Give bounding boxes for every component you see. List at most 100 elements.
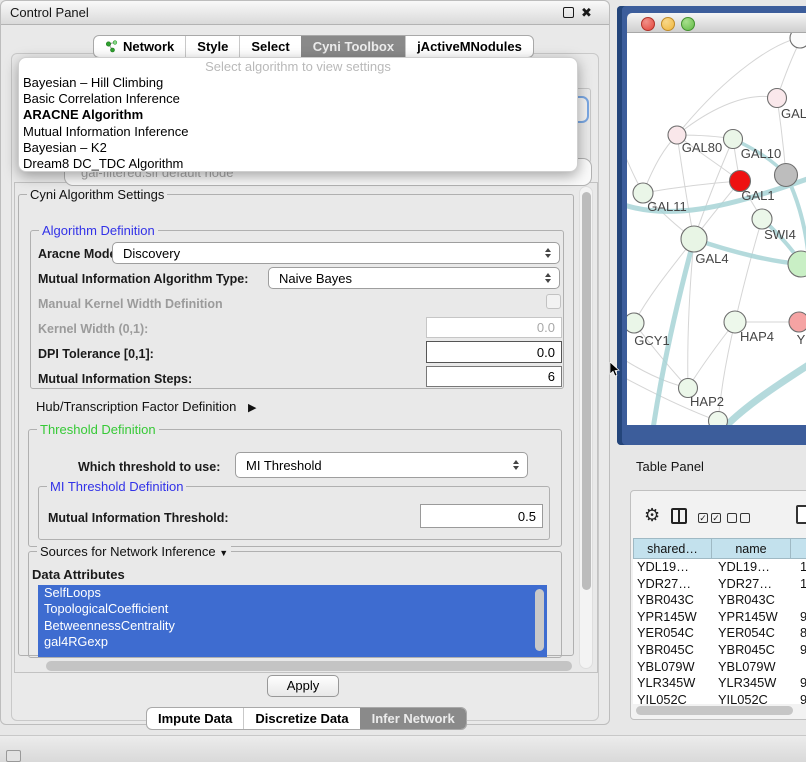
table-scrollbar-thumb[interactable] bbox=[636, 706, 793, 715]
network-node-gal[interactable] bbox=[768, 89, 787, 108]
vertical-scrollbar-thumb[interactable] bbox=[582, 192, 591, 590]
settings-horizontal-scrollbar[interactable] bbox=[46, 661, 572, 671]
kernel-width-field[interactable] bbox=[426, 317, 562, 338]
manual-kernel-checkbox[interactable] bbox=[546, 294, 561, 309]
cyni-tab-discretize-data[interactable]: Discretize Data bbox=[243, 708, 359, 729]
unselect-all-columns-icon[interactable] bbox=[727, 513, 737, 523]
zoom-traffic-light-icon[interactable] bbox=[681, 17, 695, 31]
chevron-right-icon[interactable]: ▶ bbox=[248, 402, 256, 414]
mi-threshold-field[interactable] bbox=[420, 504, 543, 528]
cyni-tab-label: Impute Data bbox=[158, 711, 232, 726]
network-node-y[interactable] bbox=[789, 312, 806, 332]
network-node[interactable] bbox=[775, 164, 798, 187]
attributes-scrollbar-thumb[interactable] bbox=[535, 589, 544, 651]
table-cell: 12 bbox=[796, 576, 806, 593]
attribute-item[interactable]: gal4RGexp bbox=[38, 634, 547, 650]
network-canvas[interactable]: GALGAL80GAL10GAL1GAL11SWI4GAL4GCY1HAP4YH… bbox=[627, 33, 806, 425]
close-traffic-light-icon[interactable] bbox=[641, 17, 655, 31]
table-row[interactable]: YDL19…YDL19…13 bbox=[633, 559, 806, 576]
table-row[interactable]: YIL052CYIL052C9 bbox=[633, 692, 806, 704]
stepper-icon bbox=[541, 248, 555, 258]
algorithm-item[interactable]: Dream8 DC_TDC Algorithm bbox=[19, 156, 577, 172]
algorithm-dropdown: Select algorithm to view settings Bayesi… bbox=[18, 57, 578, 172]
node-label: HAP4 bbox=[740, 329, 774, 344]
table-row[interactable]: YBR043CYBR043C bbox=[633, 592, 806, 609]
settings-vertical-scrollbar[interactable] bbox=[579, 186, 593, 669]
tab-style[interactable]: Style bbox=[185, 36, 239, 57]
hub-section-toggle[interactable]: Hub/Transcription Factor Definition ▶ bbox=[36, 399, 256, 414]
table-row[interactable]: YDR27…YDR27…12 bbox=[633, 576, 806, 593]
tab-select[interactable]: Select bbox=[239, 36, 300, 57]
algorithm-item[interactable]: Bayesian – Hill Climbing bbox=[19, 75, 577, 91]
table-options-gear-icon[interactable]: ⚙ bbox=[644, 505, 660, 525]
table-row[interactable]: YBL079WYBL079W bbox=[633, 659, 806, 676]
algorithm-item[interactable]: ARACNE Algorithm bbox=[19, 107, 577, 123]
threshold-definition-title: Threshold Definition bbox=[37, 422, 159, 437]
aracne-mode-combobox[interactable]: Discovery bbox=[112, 242, 560, 264]
dpi-tolerance-field[interactable] bbox=[426, 341, 562, 363]
network-node[interactable] bbox=[788, 251, 806, 277]
node-label: GAL10 bbox=[741, 146, 781, 161]
manual-kernel-label: Manual Kernel Width Definition bbox=[38, 297, 223, 311]
which-threshold-combobox[interactable]: MI Threshold bbox=[235, 452, 528, 478]
close-icon[interactable]: ✖ bbox=[581, 7, 592, 19]
minimize-traffic-light-icon[interactable] bbox=[661, 17, 675, 31]
attribute-item[interactable]: BetweennessCentrality bbox=[38, 618, 547, 634]
network-node-gal4[interactable] bbox=[681, 226, 707, 252]
network-icon bbox=[105, 40, 118, 53]
unselect-all-columns-icon2[interactable] bbox=[740, 513, 750, 523]
algorithm-item[interactable]: Bayesian – K2 bbox=[19, 140, 577, 156]
table-row[interactable]: YBR045CYBR045C9. bbox=[633, 642, 806, 659]
table-cell: YLR345W bbox=[633, 675, 714, 692]
table-cell: YER054C bbox=[633, 625, 714, 642]
chevron-down-icon[interactable]: ▼ bbox=[219, 548, 228, 558]
network-node[interactable] bbox=[709, 412, 728, 426]
aracne-mode-value: Discovery bbox=[113, 246, 541, 261]
control-panel-title: Control Panel bbox=[1, 1, 609, 25]
table-cell bbox=[796, 659, 806, 676]
cyni-tab-infer-network[interactable]: Infer Network bbox=[360, 708, 466, 729]
select-all-columns-icon[interactable]: ✓ bbox=[698, 513, 708, 523]
aracne-mode-label: Aracne Mode: bbox=[38, 247, 121, 261]
table-cell: 9 bbox=[796, 692, 806, 704]
control-panel-titlebar[interactable]: Control Panel ✖ bbox=[1, 1, 609, 25]
dpi-tolerance-label: DPI Tolerance [0,1]: bbox=[38, 347, 154, 361]
algorithm-item[interactable]: Mutual Information Inference bbox=[19, 124, 577, 140]
mi-steps-label: Mutual Information Steps: bbox=[38, 372, 192, 386]
kernel-width-label: Kernel Width (0,1): bbox=[38, 322, 148, 336]
table-cell: YBR043C bbox=[633, 592, 714, 609]
table-horizontal-scrollbar[interactable] bbox=[636, 706, 800, 715]
table-row[interactable]: YER054CYER054C8. bbox=[633, 625, 806, 642]
network-node-swi4[interactable] bbox=[752, 209, 772, 229]
table-row[interactable]: YLR345WYLR345W9. bbox=[633, 675, 806, 692]
table-row[interactable]: YPR145WYPR145W9. bbox=[633, 609, 806, 626]
tab-cyni-toolbox[interactable]: Cyni Toolbox bbox=[301, 36, 405, 57]
network-node-gal10[interactable] bbox=[724, 130, 743, 149]
column-header[interactable]: shared… bbox=[633, 538, 712, 559]
document-icon[interactable] bbox=[796, 505, 806, 524]
apply-button[interactable]: Apply bbox=[267, 675, 339, 697]
tab-jactivemnodules[interactable]: jActiveMNodules bbox=[405, 36, 533, 57]
sources-group-title[interactable]: Sources for Network Inference ▼ bbox=[37, 544, 231, 561]
column-header[interactable]: name bbox=[712, 538, 791, 559]
table-cell: YDL19… bbox=[633, 559, 714, 576]
show-columns-icon[interactable] bbox=[671, 508, 687, 524]
mi-algorithm-type-combobox[interactable]: Naive Bayes bbox=[268, 267, 560, 289]
mi-algorithm-type-label: Mutual Information Algorithm Type: bbox=[38, 272, 248, 286]
network-node[interactable] bbox=[790, 33, 806, 48]
tab-network[interactable]: Network bbox=[94, 36, 185, 57]
column-header[interactable] bbox=[791, 538, 806, 559]
attribute-item[interactable]: TopologicalCoefficient bbox=[38, 601, 547, 617]
data-attributes-list[interactable]: SelfLoopsTopologicalCoefficientBetweenne… bbox=[38, 585, 547, 657]
tab-label: Style bbox=[197, 39, 228, 54]
panel-grip-icon[interactable] bbox=[6, 750, 21, 762]
network-window-titlebar[interactable] bbox=[627, 13, 806, 33]
horizontal-scrollbar-thumb[interactable] bbox=[46, 661, 572, 671]
cyni-tab-impute-data[interactable]: Impute Data bbox=[147, 708, 243, 729]
mi-steps-field[interactable] bbox=[426, 366, 562, 387]
float-icon[interactable] bbox=[563, 7, 574, 18]
algorithm-item[interactable]: Basic Correlation Inference bbox=[19, 91, 577, 107]
attribute-item[interactable]: SelfLoops bbox=[38, 585, 547, 601]
network-node-gcy1[interactable] bbox=[627, 313, 644, 333]
select-all-columns-icon2[interactable]: ✓ bbox=[711, 513, 721, 523]
